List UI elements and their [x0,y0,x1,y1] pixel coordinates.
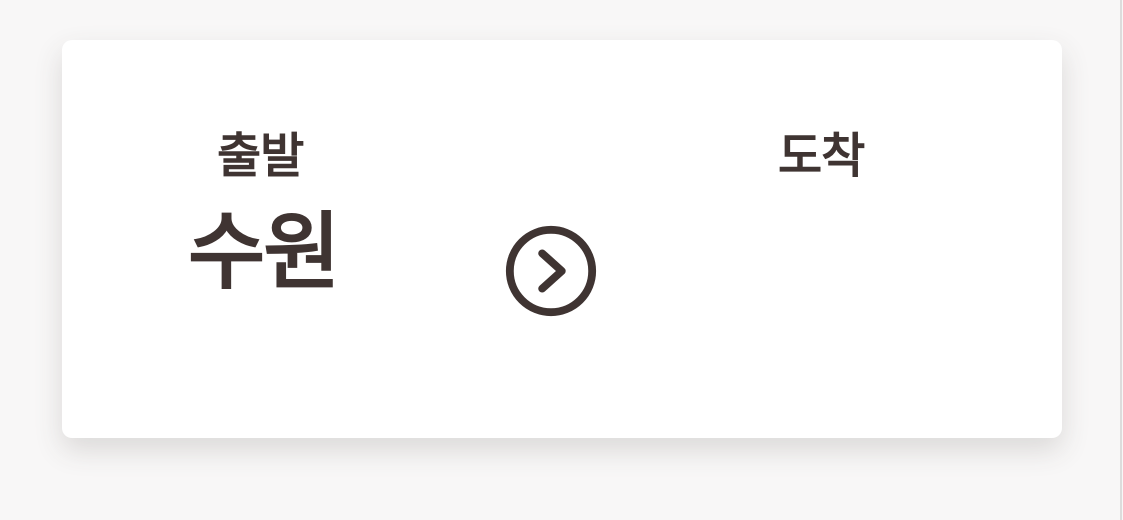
arrival-label: 도착 [778,128,865,184]
departure-station[interactable]: 수원 [188,210,341,294]
page-divider [1120,0,1122,520]
departure-label: 출발 [217,128,304,184]
chevron-right-circle-icon [505,225,597,317]
route-next-button[interactable] [502,222,600,320]
route-card: 출발 수원 도착 [62,40,1062,438]
